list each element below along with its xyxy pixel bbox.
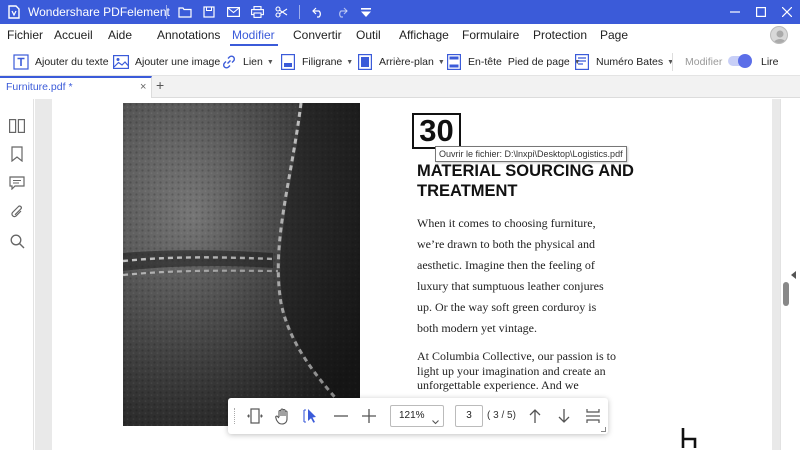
modify-mode-label: Modifier: [685, 56, 723, 68]
menu-page[interactable]: Page: [600, 28, 628, 42]
attachment-icon[interactable]: [8, 203, 26, 221]
scissors-icon[interactable]: [269, 0, 293, 24]
menu-outil[interactable]: Outil: [356, 28, 381, 42]
add-text-button[interactable]: Ajouter du texte: [13, 52, 109, 72]
page-number-input[interactable]: 3: [455, 405, 483, 427]
link-label: Lien: [243, 56, 263, 68]
avatar[interactable]: [770, 26, 788, 44]
select-tool-icon[interactable]: [300, 405, 322, 427]
menu-bar: Fichier Accueil Aide Annotations Modifie…: [0, 24, 800, 48]
link-tooltip: Ouvrir le fichier: D:\lnxpi\Desktop\Logi…: [435, 146, 627, 162]
print-icon[interactable]: [245, 0, 269, 24]
add-image-button[interactable]: Ajouter une image: [113, 52, 220, 72]
edit-toolbar: Ajouter du texte Ajouter une image Lien …: [0, 48, 800, 76]
menu-annotations[interactable]: Annotations: [157, 28, 220, 42]
title-bar: Wondershare PDFelement: [0, 0, 800, 24]
search-icon[interactable]: [8, 232, 26, 250]
header-footer-button[interactable]: En-tête Pied de page ▼: [446, 52, 581, 72]
bates-number-label: Numéro Bates: [596, 56, 664, 68]
add-tab-icon[interactable]: +: [156, 77, 164, 93]
thumbnails-icon[interactable]: [8, 117, 26, 135]
page-count: ( 3 / 5): [487, 410, 516, 421]
background-icon: [357, 54, 373, 70]
previous-page-icon[interactable]: [524, 405, 546, 427]
body-paragraph: When it comes to choosing furniture, we’…: [417, 216, 604, 335]
watermark-label: Filigrane: [302, 56, 343, 68]
active-menu-underline: [230, 44, 278, 46]
body-paragraph: At Columbia Collective, our passion is t…: [417, 349, 616, 392]
link-icon: [221, 54, 237, 70]
close-icon[interactable]: [774, 0, 800, 24]
page-number-box: 30: [412, 113, 461, 149]
bates-number-icon: [574, 54, 590, 70]
zoom-out-icon[interactable]: [330, 405, 352, 427]
comment-icon[interactable]: [8, 174, 26, 192]
chevron-down-icon: ▼: [437, 58, 445, 66]
undo-icon[interactable]: [306, 0, 330, 24]
tab-furniture-pdf[interactable]: Furniture.pdf * ×: [0, 76, 152, 98]
toolbar-divider: [672, 53, 673, 71]
add-image-label: Ajouter une image: [135, 56, 221, 68]
section-heading: MATERIAL SOURCING AND TREATMENT: [417, 162, 634, 200]
header-footer-icon: [446, 54, 462, 70]
save-icon[interactable]: [197, 0, 221, 24]
chair-icon: [679, 426, 699, 450]
edit-mode-toggle[interactable]: [728, 54, 752, 68]
menu-accueil[interactable]: Accueil: [54, 28, 93, 42]
left-sidebar: [0, 99, 34, 450]
menu-protection[interactable]: Protection: [533, 28, 587, 42]
floating-page-toolbar: 121% 3 ( 3 / 5): [228, 398, 608, 434]
menu-fichier[interactable]: Fichier: [7, 28, 43, 42]
collapse-right-panel-arrow-icon[interactable]: [791, 271, 796, 279]
footer-label: Pied de page: [507, 56, 570, 68]
hand-tool-icon[interactable]: [272, 405, 294, 427]
chevron-down-icon: ▼: [667, 58, 675, 66]
menu-modifier[interactable]: Modifier: [232, 28, 275, 42]
toggle-knob: [738, 54, 752, 68]
bates-number-button[interactable]: Numéro Bates ▼: [574, 52, 674, 72]
minimize-icon[interactable]: [722, 0, 748, 24]
maximize-icon[interactable]: [748, 0, 774, 24]
mail-icon[interactable]: [221, 0, 245, 24]
titlebar-divider: [166, 5, 167, 19]
resize-handle[interactable]: [601, 427, 606, 432]
tab-label: Furniture.pdf *: [6, 81, 73, 93]
app-logo-icon: [6, 4, 22, 20]
link-button[interactable]: Lien ▼: [221, 52, 274, 72]
folder-icon[interactable]: [173, 0, 197, 24]
menu-formulaire[interactable]: Formulaire: [462, 28, 519, 42]
watermark-icon: [280, 54, 296, 70]
window-controls: [722, 0, 800, 24]
menu-affichage[interactable]: Affichage: [399, 28, 449, 42]
add-text-label: Ajouter du texte: [35, 56, 109, 68]
image-icon: [113, 54, 129, 70]
menu-convertir[interactable]: Convertir: [293, 28, 342, 42]
background-button[interactable]: Arrière-plan ▼: [357, 52, 445, 72]
fit-page-icon[interactable]: [244, 405, 266, 427]
fit-width-icon[interactable]: [582, 405, 604, 427]
close-tab-icon[interactable]: ×: [140, 81, 146, 93]
drag-handle[interactable]: [234, 408, 236, 424]
chevron-down-icon: ▼: [266, 58, 274, 66]
header-label: En-tête: [468, 56, 502, 68]
menu-aide[interactable]: Aide: [108, 28, 132, 42]
add-text-icon: [13, 54, 29, 70]
background-label: Arrière-plan: [379, 56, 434, 68]
chevron-down-icon: ▼: [346, 58, 354, 66]
zoom-in-icon[interactable]: [358, 405, 380, 427]
scrollbar-thumb[interactable]: [783, 282, 789, 306]
watermark-button[interactable]: Filigrane ▼: [280, 52, 353, 72]
titlebar-divider: [299, 5, 300, 19]
read-mode-label: Lire: [761, 56, 779, 68]
redo-icon[interactable]: [330, 0, 354, 24]
leather-photo: [123, 103, 360, 426]
document-tab-bar: Furniture.pdf * × +: [0, 76, 800, 98]
dropdown-icon[interactable]: [354, 0, 378, 24]
vertical-scrollbar[interactable]: [780, 99, 800, 450]
chevron-down-icon: [432, 412, 439, 425]
next-page-icon[interactable]: [553, 405, 575, 427]
bookmark-icon[interactable]: [8, 145, 26, 163]
app-title: Wondershare PDFelement: [28, 5, 170, 19]
